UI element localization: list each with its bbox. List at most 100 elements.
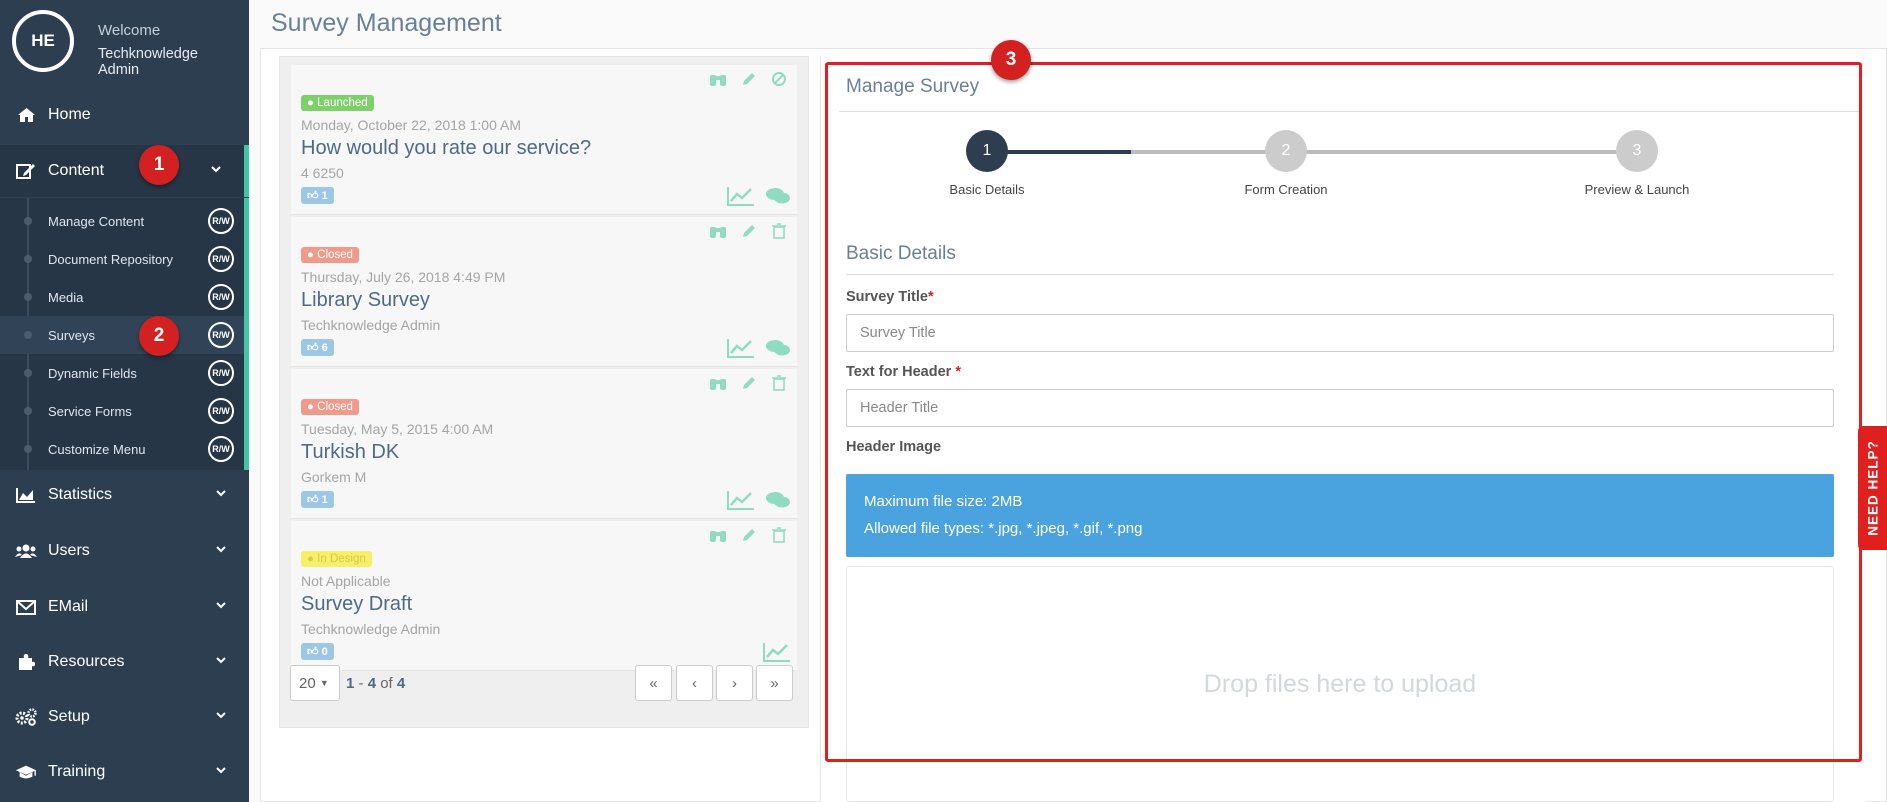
sidebar-item-surveys[interactable]: Surveys R/W	[0, 316, 244, 354]
comments-icon[interactable]	[765, 338, 791, 358]
sidebar-item-label: Document Repository	[48, 251, 173, 267]
sidebar-item-document-repository[interactable]: Document Repository R/W	[0, 240, 244, 278]
rw-badge: R/W	[208, 360, 234, 386]
ban-icon[interactable]	[771, 71, 787, 87]
pencil-icon[interactable]	[741, 223, 757, 239]
binoculars-icon[interactable]	[709, 223, 727, 239]
sidebar-item-customize-menu[interactable]: Customize Menu R/W	[0, 430, 244, 468]
likes-badge: 👍︎ 0	[301, 643, 334, 660]
sidebar-item-label: Service Forms	[48, 403, 132, 419]
sidebar-item-label: Setup	[48, 708, 90, 725]
chevron-down-icon	[216, 767, 226, 774]
section-title: Basic Details	[846, 243, 956, 264]
binoculars-icon[interactable]	[709, 527, 727, 543]
upload-info-box: Maximum file size: 2MB Allowed file type…	[846, 474, 1834, 557]
binoculars-icon[interactable]	[709, 71, 727, 87]
page-size-select[interactable]: 20 ▼	[290, 665, 340, 701]
survey-card[interactable]: ● Closed Tuesday, May 5, 2015 4:00 AM Tu…	[291, 369, 797, 519]
bullet-icon	[24, 369, 32, 377]
first-page-button[interactable]: «	[635, 665, 672, 701]
bullet-icon	[24, 445, 32, 453]
sidebar-item-label: Surveys	[48, 327, 95, 343]
trash-icon[interactable]	[771, 375, 787, 391]
line-chart-icon[interactable]	[727, 186, 755, 206]
sidebar-item-service-forms[interactable]: Service Forms R/W	[0, 392, 244, 430]
sidebar-item-media[interactable]: Media R/W	[0, 278, 244, 316]
status-badge: ● Closed	[301, 247, 359, 263]
wizard-step-1[interactable]: 1 Basic Details	[907, 130, 1067, 197]
sidebar-item-resources[interactable]: Resources	[0, 636, 249, 688]
sidebar-item-setup[interactable]: Setup	[0, 691, 249, 743]
survey-card[interactable]: ● Closed Thursday, July 26, 2018 4:49 PM…	[291, 217, 797, 367]
sidebar-item-manage-content[interactable]: Manage Content R/W	[0, 202, 244, 240]
pencil-icon[interactable]	[741, 375, 757, 391]
comments-icon[interactable]	[765, 186, 791, 206]
trash-icon[interactable]	[771, 527, 787, 543]
survey-meta: Techknowledge Admin	[301, 621, 441, 637]
survey-title[interactable]: How would you rate our service?	[301, 137, 591, 160]
comments-icon[interactable]	[765, 490, 791, 510]
user-name: Techknowledge Admin	[98, 46, 198, 78]
binoculars-icon[interactable]	[709, 375, 727, 391]
step-number: 2	[1265, 130, 1307, 172]
pencil-icon[interactable]	[741, 71, 757, 87]
bullet-icon	[24, 407, 32, 415]
header-image-label: Header Image	[846, 439, 942, 455]
sidebar-item-statistics[interactable]: Statistics	[0, 469, 249, 521]
sidebar-item-label: Dynamic Fields	[48, 365, 137, 381]
wizard-step-2[interactable]: 2 Form Creation	[1206, 130, 1366, 197]
line-chart-icon[interactable]	[727, 490, 755, 510]
need-help-tab[interactable]: NEED HELP?	[1858, 426, 1887, 550]
line-chart-icon[interactable]	[763, 642, 791, 662]
chevron-down-icon	[216, 712, 226, 719]
sidebar-item-dynamic-fields[interactable]: Dynamic Fields R/W	[0, 354, 244, 392]
sidebar-item-label: Content	[48, 162, 105, 179]
prev-page-button[interactable]: ‹	[676, 665, 713, 701]
next-page-button[interactable]: ›	[716, 665, 753, 701]
step-label: Preview & Launch	[1584, 182, 1690, 197]
user-profile: HE Welcome Techknowledge Admin	[12, 10, 252, 80]
sidebar-item-label: Home	[48, 106, 91, 123]
sidebar-item-users[interactable]: Users	[0, 525, 249, 577]
survey-title[interactable]: Library Survey	[301, 289, 430, 312]
step-number: 3	[1616, 130, 1658, 172]
file-dropzone[interactable]: Drop files here to upload	[846, 566, 1834, 802]
sidebar-item-label: Users	[48, 542, 90, 559]
annotation-marker-3: 3	[991, 40, 1031, 80]
rw-badge: R/W	[208, 436, 234, 462]
last-page-button[interactable]: »	[756, 665, 793, 701]
survey-title[interactable]: Survey Draft	[301, 593, 412, 616]
annotation-marker-2: 2	[139, 316, 179, 356]
annotation-marker-1: 1	[139, 145, 179, 185]
wizard-step-3[interactable]: 3 Preview & Launch	[1557, 130, 1717, 197]
page-title: Survey Management	[271, 9, 502, 37]
sidebar-item-email[interactable]: EMail	[0, 581, 249, 633]
area-chart-icon	[15, 485, 37, 505]
chevron-down-icon	[216, 602, 226, 609]
header-text-label: Text for Header *	[846, 364, 961, 380]
rw-badge: R/W	[208, 284, 234, 310]
sidebar-item-label: Resources	[48, 653, 125, 670]
survey-title[interactable]: Turkish DK	[301, 441, 399, 464]
survey-card[interactable]: ● Launched Monday, October 22, 2018 1:00…	[291, 65, 797, 215]
card-stats	[727, 338, 791, 358]
sidebar-item-training[interactable]: Training	[0, 746, 249, 798]
divider	[846, 274, 1834, 275]
survey-title-label: Survey Title*	[846, 289, 934, 305]
line-chart-icon[interactable]	[727, 338, 755, 358]
survey-meta: Gorkem M	[301, 469, 367, 485]
trash-icon[interactable]	[771, 223, 787, 239]
survey-card[interactable]: ● In Design Not Applicable Survey Draft …	[291, 521, 797, 671]
rw-badge: R/W	[208, 246, 234, 272]
pencil-icon[interactable]	[741, 527, 757, 543]
sidebar-item-content[interactable]: Content	[0, 145, 249, 197]
status-badge: ● Launched	[301, 95, 374, 111]
sidebar-item-home[interactable]: Home	[0, 89, 249, 141]
survey-title-input[interactable]	[846, 314, 1834, 352]
status-badge: ● In Design	[301, 551, 372, 567]
card-stats	[727, 186, 791, 206]
header-text-input[interactable]	[846, 389, 1834, 427]
avatar[interactable]: HE	[12, 10, 74, 72]
card-stats	[727, 490, 791, 510]
survey-meta: 4 6250	[301, 165, 344, 181]
